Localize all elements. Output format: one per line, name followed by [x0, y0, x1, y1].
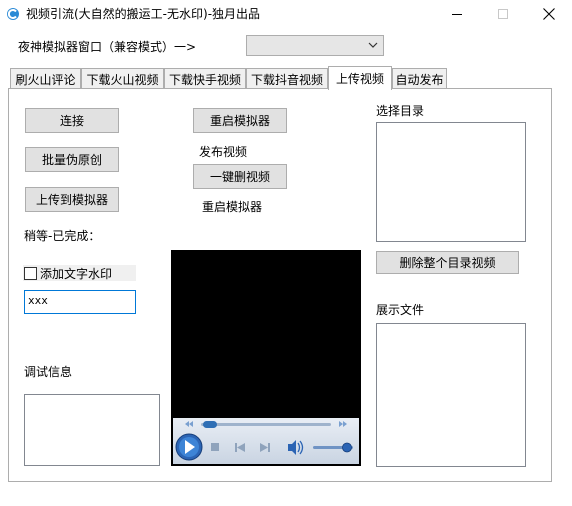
file-list[interactable]: [376, 323, 526, 467]
tab-download-huoshan[interactable]: 下载火山视频: [81, 68, 164, 89]
app-logo-icon: [7, 8, 19, 20]
tab-download-douyin[interactable]: 下载抖音视频: [246, 68, 328, 89]
play-icon[interactable]: [175, 433, 203, 461]
emulator-window-label: 夜神模拟器窗口（兼容模式）一>: [18, 40, 197, 54]
debug-info-box[interactable]: [24, 394, 160, 466]
previous-icon[interactable]: [235, 443, 245, 452]
emulator-select[interactable]: [246, 35, 384, 56]
tab-upload-video[interactable]: 上传视频: [328, 66, 392, 90]
stop-icon[interactable]: [211, 443, 219, 451]
publish-video-label: 发布视频: [199, 145, 248, 159]
show-files-label: 展示文件: [376, 303, 425, 317]
restart-emulator-button[interactable]: 重启模拟器: [193, 108, 287, 133]
tab-download-kuaishou[interactable]: 下载快手视频: [164, 68, 246, 89]
batch-fake-original-button[interactable]: 批量伪原创: [25, 147, 119, 172]
tab-auto-publish[interactable]: 自动发布: [392, 68, 447, 89]
wait-status-label: 稍等-已完成：: [24, 229, 101, 243]
close-icon: [543, 8, 555, 20]
directory-list[interactable]: [376, 122, 526, 242]
upload-to-emulator-button[interactable]: 上传到模拟器: [25, 187, 119, 212]
watermark-checkbox-label: 添加文字水印: [40, 267, 113, 281]
volume-icon[interactable]: [288, 440, 304, 455]
close-button[interactable]: [526, 0, 572, 28]
video-screen[interactable]: [171, 250, 361, 418]
minimize-button[interactable]: [434, 0, 480, 28]
minimize-icon: [452, 14, 462, 15]
watermark-text-input[interactable]: xxx: [24, 290, 136, 314]
watermark-checkbox-box[interactable]: [24, 267, 37, 280]
tab-huoshan-comment[interactable]: 刷火山评论: [10, 68, 81, 89]
title-bar: 视频引流(大自然的搬运工-无水印)-独月出品: [0, 0, 572, 28]
connect-button[interactable]: 连接: [25, 108, 119, 133]
debug-info-label: 调试信息: [24, 365, 73, 379]
fast-forward-icon[interactable]: [339, 421, 347, 427]
maximize-icon: [498, 9, 508, 19]
media-player[interactable]: [171, 250, 361, 466]
delete-directory-videos-button[interactable]: 删除整个目录视频: [376, 251, 519, 274]
player-controls: [173, 418, 359, 464]
restart-emulator-text: 重启模拟器: [202, 200, 263, 214]
watermark-checkbox[interactable]: 添加文字水印: [23, 265, 136, 281]
select-directory-label: 选择目录: [376, 104, 425, 118]
maximize-button[interactable]: [480, 0, 526, 28]
chevron-down-icon: [368, 42, 378, 48]
seek-bar[interactable]: [201, 421, 331, 428]
rewind-icon[interactable]: [185, 421, 193, 427]
window-title: 视频引流(大自然的搬运工-无水印)-独月出品: [26, 7, 261, 21]
next-icon[interactable]: [260, 443, 270, 452]
one-click-delete-button[interactable]: 一键删视频: [193, 164, 287, 189]
volume-slider[interactable]: [313, 442, 353, 453]
